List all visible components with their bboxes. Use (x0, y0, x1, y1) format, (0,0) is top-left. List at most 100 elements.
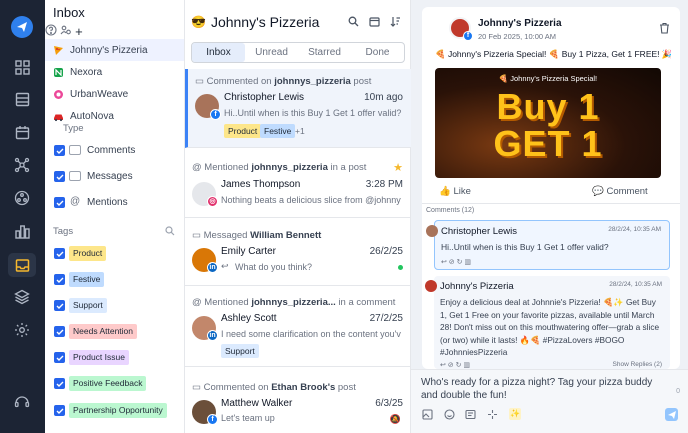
type-label: Messages (87, 171, 133, 182)
message-icon (69, 171, 81, 181)
analytics-icon[interactable] (12, 221, 32, 241)
comment-button[interactable]: 💬 Comment (592, 186, 648, 197)
pizza-icon (53, 45, 64, 56)
checkbox-checked-icon[interactable] (54, 171, 65, 182)
comment-actions[interactable]: ↩ ⊘ ↻ ▥ (441, 258, 471, 266)
account-list: Johnny's Pizzeria Nexora UrbanWeave Auto… (45, 39, 184, 127)
network-icon[interactable] (12, 155, 32, 175)
post-card: f Johnny's Pizzeria 20 Feb 2025, 10:00 A… (422, 7, 680, 369)
star-icon[interactable]: ★ (393, 161, 403, 174)
tag-chip: Product (224, 124, 262, 138)
account-label: Nexora (70, 66, 103, 78)
checkbox-checked-icon[interactable] (54, 378, 65, 389)
calendar-icon[interactable] (369, 16, 380, 30)
checkbox-checked-icon[interactable] (54, 197, 65, 208)
comment-item[interactable]: Christopher Lewis 28/2/24, 10:35 AM Hi..… (426, 220, 670, 270)
sparkle-icon[interactable]: ✨ (509, 408, 521, 420)
comment-item[interactable]: Johnny's Pizzeria 28/2/24, 10:35 AM Enjo… (425, 276, 670, 369)
tag-filter-product[interactable]: Product (45, 245, 185, 265)
account-item-johnnys-pizzeria[interactable]: Johnny's Pizzeria (45, 39, 184, 61)
conversation-time: 27/2/25 (369, 313, 403, 324)
facebook-icon: f (210, 109, 221, 120)
type-label: Comments (87, 145, 136, 156)
saved-replies-icon[interactable] (465, 409, 476, 420)
tag-filter-needs-attention[interactable]: Needs Attention (45, 323, 185, 343)
tab-unread[interactable]: Unread (245, 43, 298, 62)
engage-icon[interactable] (12, 188, 32, 208)
checkbox-checked-icon[interactable] (54, 352, 65, 363)
emoji-icon[interactable] (444, 409, 455, 420)
tag-filter-partnership-opportunity[interactable]: Partnership Opportunity (45, 402, 185, 422)
show-replies-link[interactable]: Show Replies (2) (613, 361, 663, 368)
type-filter-messages[interactable]: Messages (45, 168, 185, 188)
ai-assist-icon[interactable] (487, 409, 498, 420)
reply-input[interactable]: Who's ready for a pizza night? Tag your … (421, 376, 666, 402)
image-headline-2: GET 1 (493, 123, 603, 164)
conversation-item[interactable]: ▭ Commented on Ethan Brook's post f Matt… (185, 367, 411, 433)
search-icon[interactable] (348, 16, 359, 30)
context-suffix: in a comment (338, 297, 396, 308)
account-item-nexora[interactable]: Nexora (45, 61, 184, 83)
add-icon[interactable]: + (75, 24, 83, 39)
message-preview: What do you think? (235, 262, 313, 272)
type-filter-mentions[interactable]: @ Mentions (45, 194, 185, 214)
dashboard-icon[interactable] (12, 57, 32, 77)
tag-filter-support[interactable]: Support (45, 297, 185, 317)
help-icon[interactable] (12, 391, 32, 411)
comment-author: Johnny's Pizzeria (440, 281, 514, 292)
checkbox-checked-icon[interactable] (54, 326, 65, 337)
smile-emoji-icon: 😎 (191, 15, 206, 29)
app-logo-icon[interactable] (11, 16, 33, 38)
conversation-context: ▭ Messaged William Bennett (192, 230, 321, 241)
conversation-context: ▭ Commented on johnnys_pizzeria post (195, 76, 371, 87)
publish-icon[interactable] (12, 89, 32, 109)
type-filter-comments[interactable]: Comments (45, 142, 185, 162)
checkbox-checked-icon[interactable] (54, 248, 65, 259)
context-target: Ethan Brook's (271, 382, 336, 393)
settings-icon[interactable] (12, 320, 32, 340)
tag-filter-positive-feedback[interactable]: Positive Feedback (45, 375, 185, 395)
context-target: johnnys_pizzeria (274, 76, 351, 87)
at-sign-icon: @ (70, 196, 81, 207)
message-preview: Hi..Until when is this Buy 1 Get 1 offer… (224, 108, 402, 118)
tag-label: Festive (69, 272, 105, 287)
list-title: Johnny's Pizzeria (210, 14, 320, 30)
mute-icon: 🔕 (389, 414, 401, 424)
tags-section-label: Tags (53, 226, 74, 237)
calendar-icon[interactable] (12, 122, 32, 142)
post-image[interactable]: 🍕 Johnny's Pizzeria Special! Buy 1 GET 1 (435, 68, 661, 178)
tag-filter-product-issue[interactable]: Product Issue (45, 349, 185, 369)
like-button[interactable]: 👍 Like (439, 186, 471, 197)
image-icon[interactable] (422, 409, 433, 420)
conversation-item[interactable]: ▭ Messaged William Bennett in Emily Cart… (185, 218, 411, 286)
account-item-urbanweave[interactable]: UrbanWeave (45, 83, 184, 105)
inbox-icon[interactable] (12, 255, 32, 275)
checkbox-checked-icon[interactable] (54, 274, 65, 285)
help-circle-icon[interactable] (45, 24, 60, 39)
tab-done[interactable]: Done (351, 43, 404, 62)
more-tags-count: +1 (295, 126, 305, 136)
tag-filter-festive[interactable]: Festive (45, 271, 185, 291)
context-target: johnnys_pizzeria (251, 162, 328, 173)
tab-inbox[interactable]: Inbox (192, 43, 245, 62)
post-date: 20 Feb 2025, 10:00 AM (478, 32, 556, 41)
checkbox-checked-icon[interactable] (54, 300, 65, 311)
search-icon[interactable] (165, 226, 175, 239)
comment-label: Comment (606, 186, 648, 197)
conversation-item[interactable]: ▭ Commented on johnnys_pizzeria post f C… (185, 69, 411, 148)
accounts-filter-icon[interactable] (60, 25, 75, 39)
checkbox-checked-icon[interactable] (54, 405, 65, 416)
send-button[interactable] (665, 408, 678, 421)
layers-icon[interactable] (12, 287, 32, 307)
urbanweave-logo-icon (53, 89, 64, 100)
conversation-item[interactable]: @ Mentioned johnnys_pizzeria in a post ★… (185, 148, 411, 218)
comment-actions[interactable]: ↩ ⊘ ↻ ▥ (440, 361, 470, 369)
tab-starred[interactable]: Starred (298, 43, 351, 62)
sender-name: Matthew Walker (221, 398, 293, 409)
checkbox-checked-icon[interactable] (54, 145, 65, 156)
delete-icon[interactable] (659, 22, 670, 37)
message-preview: Let's team up (221, 413, 275, 423)
sort-icon[interactable] (390, 16, 401, 30)
conversation-item[interactable]: @ Mentioned johnnys_pizzeria... in a com… (185, 286, 411, 367)
at-sign-icon: @ (192, 297, 202, 308)
